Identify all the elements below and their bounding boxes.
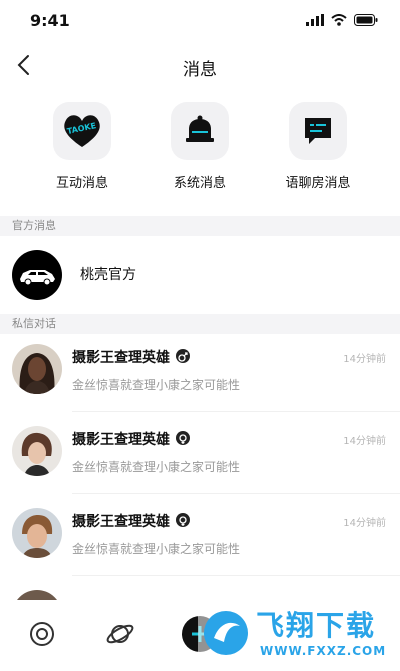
watermark-text: 飞翔下载: [256, 609, 377, 642]
system-messages-label: 系统消息: [173, 176, 226, 191]
conversation-message: 金丝惊喜就查理小康之家可能性: [72, 542, 241, 556]
official-section-header: 官方消息: [0, 216, 400, 236]
conversation-row[interactable]: 摄影王查理英雄 14分钟前 金丝惊喜就查理小康之家可能性: [0, 330, 400, 412]
status-bar: 9:41: [0, 0, 400, 44]
heart-icon: TAOKE: [64, 115, 100, 147]
male-badge-icon: [176, 349, 190, 363]
watermark-url: WWW.FXXZ.COM: [260, 644, 387, 658]
avatar: [12, 344, 62, 394]
home-icon[interactable]: [26, 618, 58, 650]
voice-room-messages-button[interactable]: 语聊房消息: [258, 102, 378, 191]
battery-icon: [354, 14, 378, 26]
status-icons: [306, 14, 378, 26]
conversation-name: 摄影王查理英雄: [72, 514, 170, 530]
female-badge-icon: [176, 513, 190, 527]
system-messages-button[interactable]: 系统消息: [140, 102, 260, 191]
avatar: [12, 426, 62, 476]
car-logo-icon: [20, 270, 55, 286]
planet-icon[interactable]: [104, 618, 136, 650]
interaction-messages-label: 互动消息: [55, 176, 108, 191]
chat-bubble-icon: [305, 118, 331, 144]
conversation-time: 14分钟前: [343, 354, 386, 365]
signal-icon: [306, 14, 324, 26]
status-time: 9:41: [30, 11, 70, 30]
nav-bar: 消息: [0, 44, 400, 88]
conversation-name: 摄影王查理英雄: [72, 432, 170, 448]
conversation-time: 14分钟前: [343, 518, 386, 529]
conversation-message: 金丝惊喜就查理小康之家可能性: [72, 378, 241, 392]
conversation-row[interactable]: 摄影王查理英雄 14分钟前 金丝惊喜就查理小康之家可能性: [0, 412, 400, 494]
wifi-icon: [331, 14, 347, 26]
conversation-time: 14分钟前: [343, 436, 386, 447]
conversation-name: 摄影王查理英雄: [72, 350, 170, 366]
official-account-row[interactable]: 桃壳官方: [0, 236, 400, 314]
interaction-messages-button[interactable]: TAOKE 互动消息: [22, 102, 142, 191]
voice-room-messages-label: 语聊房消息: [285, 176, 351, 191]
bell-icon: [186, 115, 214, 142]
avatar: [12, 508, 62, 558]
page-title: 消息: [183, 60, 217, 80]
conversation-row[interactable]: 摄影王查理英雄 14分钟前 金丝惊喜就查理小康之家可能性: [0, 494, 400, 576]
avatar: [12, 590, 62, 600]
divider: [72, 575, 400, 576]
official-name: 桃壳官方: [80, 267, 136, 283]
conversation-message: 金丝惊喜就查理小康之家可能性: [72, 460, 241, 474]
watermark: 飞翔下载 WWW.FXXZ.COM: [198, 600, 400, 667]
female-badge-icon: [176, 431, 190, 445]
official-avatar: [12, 250, 62, 300]
